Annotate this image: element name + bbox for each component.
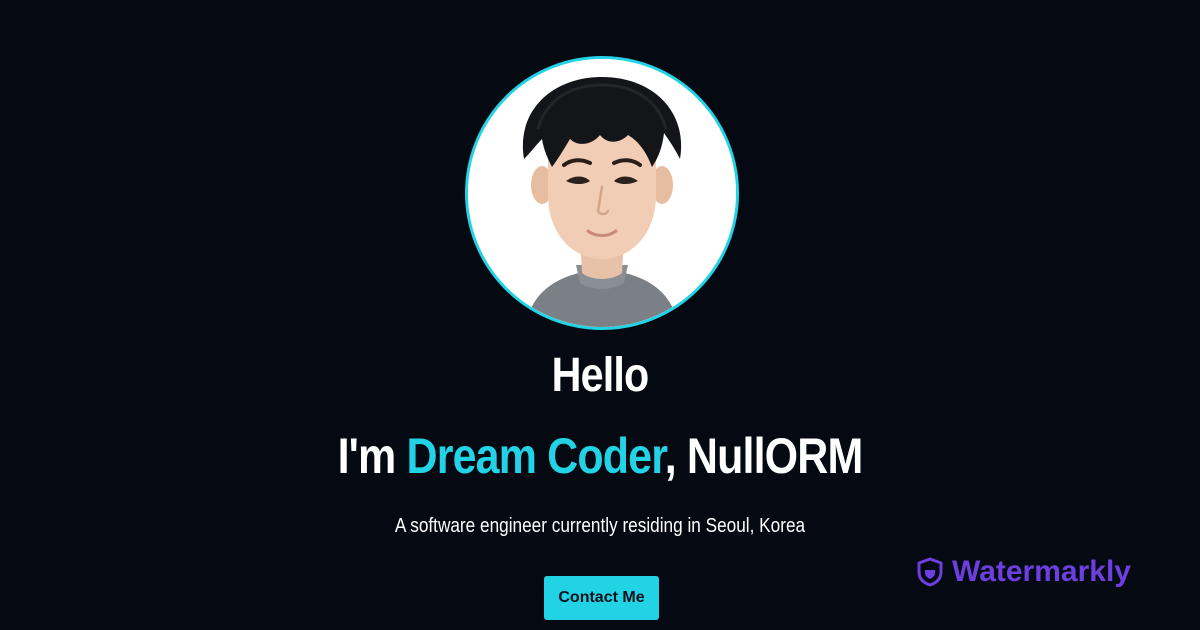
shield-icon — [916, 557, 944, 587]
watermark-text: Watermarkly — [952, 555, 1131, 588]
profile-photo — [465, 56, 739, 330]
intro-heading: I'm Dream Coder, NullORM — [84, 424, 1116, 488]
intro-role: Dream Coder — [406, 428, 666, 484]
greeting-heading: Hello — [551, 349, 649, 402]
tagline: A software engineer currently residing i… — [394, 515, 806, 537]
hero-section: Hello I'm Dream Coder, NullORM A softwar… — [0, 0, 1200, 630]
intro-prefix: I'm — [337, 428, 407, 484]
contact-me-button[interactable]: Contact Me — [544, 576, 659, 620]
intro-name: , NullORM — [664, 428, 864, 484]
watermark: Watermarkly — [916, 554, 1131, 590]
profile-photo-illustration — [468, 59, 736, 327]
